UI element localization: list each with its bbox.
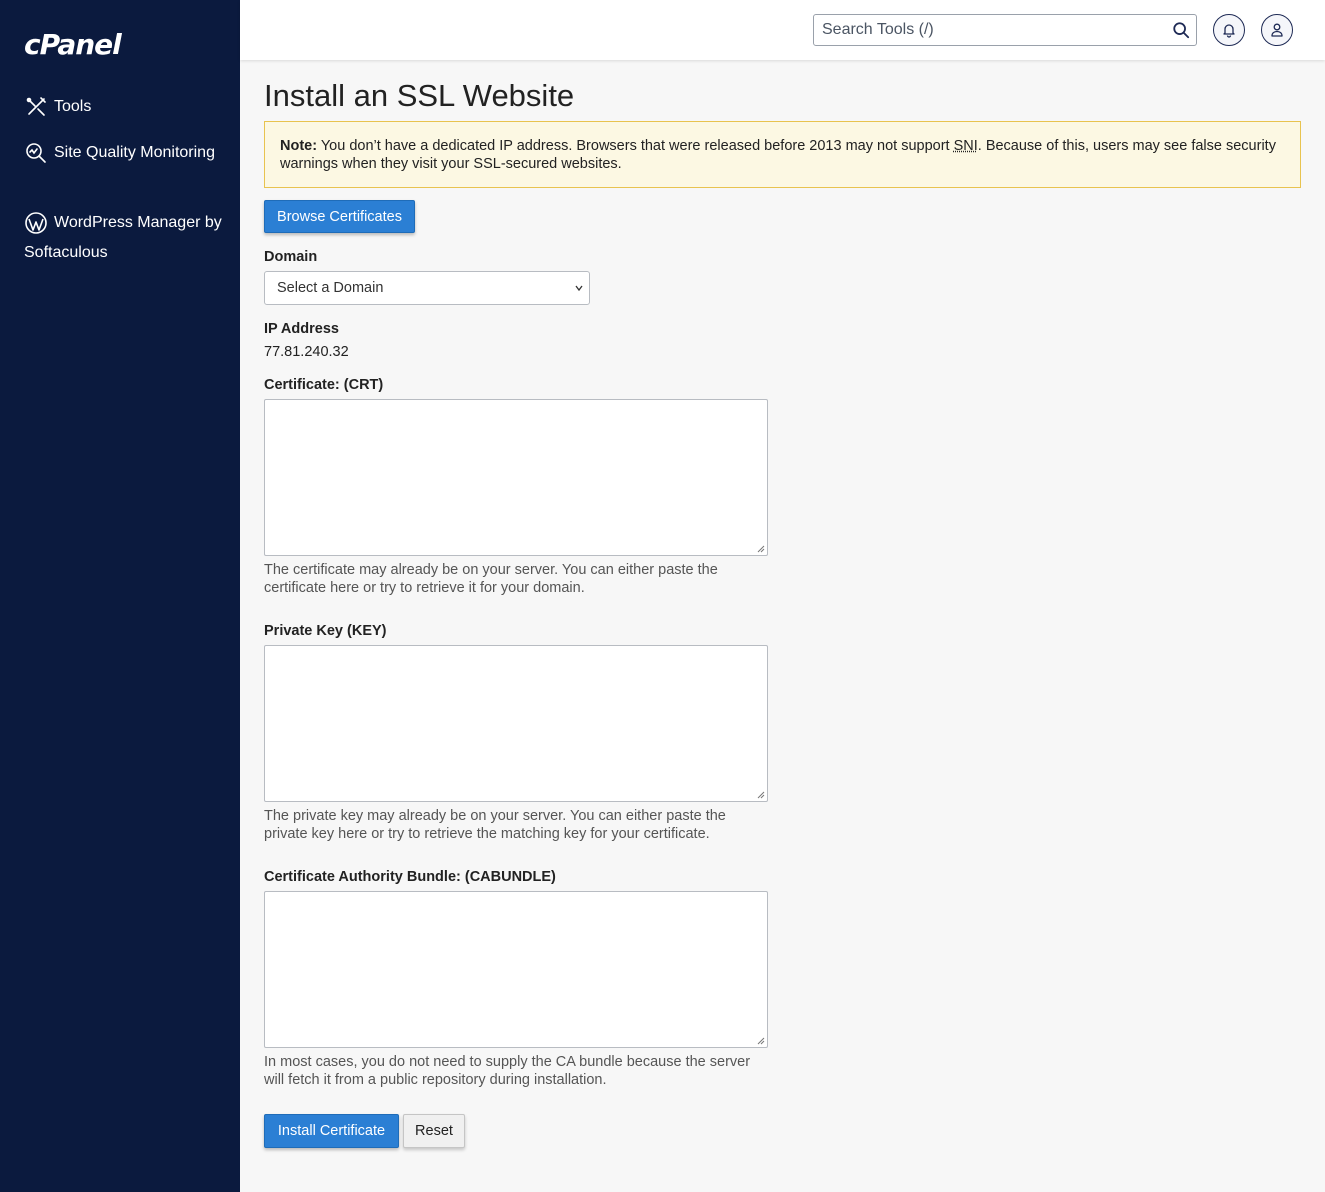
sidebar-item-label: Tools [54, 98, 92, 115]
cpanel-logo[interactable]: cPanel [24, 28, 122, 61]
site-quality-icon [24, 141, 48, 165]
browse-certificates-button[interactable]: Browse Certificates [264, 200, 415, 233]
search-input[interactable] [814, 15, 1154, 45]
resize-grip-icon[interactable] [755, 543, 765, 553]
certificate-textarea[interactable] [264, 399, 768, 556]
private-key-label: Private Key (KEY) [264, 623, 387, 639]
user-menu-button[interactable] [1261, 14, 1293, 46]
sidebar-item-tools[interactable]: Tools [24, 92, 224, 122]
reset-button[interactable]: Reset [403, 1114, 465, 1148]
chevron-down-icon [575, 285, 583, 292]
ca-bundle-label: Certificate Authority Bundle: (CABUNDLE) [264, 869, 556, 885]
install-certificate-button[interactable]: Install Certificate [264, 1114, 399, 1148]
note-label: Note: [280, 138, 318, 154]
ca-bundle-textarea[interactable] [264, 891, 768, 1048]
sidebar-item-wordpress-manager[interactable]: WordPress Manager by Softaculous [24, 208, 224, 268]
sni-warning-note: Note: You don’t have a dedicated IP addr… [264, 121, 1301, 188]
search-icon[interactable] [1172, 21, 1190, 39]
sidebar: cPanel Tools Site Quality Monitoring Wor… [0, 0, 240, 1192]
private-key-help-text: The private key may already be on your s… [264, 808, 726, 842]
sidebar-item-label: Site Quality Monitoring [54, 144, 215, 161]
bell-icon [1223, 24, 1235, 38]
page-title: Install an SSL Website [264, 78, 575, 113]
ip-address-value: 77.81.240.32 [264, 344, 349, 360]
domain-label: Domain [264, 249, 318, 265]
search-box[interactable] [813, 14, 1197, 46]
sni-abbr: SNI [953, 138, 978, 154]
sidebar-item-label: WordPress Manager by Softaculous [24, 214, 222, 261]
resize-grip-icon[interactable] [755, 789, 765, 799]
domain-select-value: Select a Domain [277, 280, 384, 296]
ip-address-label: IP Address [264, 321, 339, 337]
certificate-help-text: The certificate may already be on your s… [264, 562, 718, 596]
wordpress-icon [24, 211, 48, 235]
tools-icon [24, 95, 48, 119]
ca-bundle-help-text: In most cases, you do not need to supply… [264, 1054, 751, 1088]
note-text: You don’t have a dedicated IP address. B… [317, 138, 954, 154]
notifications-button[interactable] [1213, 14, 1245, 46]
resize-grip-icon[interactable] [755, 1035, 765, 1045]
sidebar-item-site-quality-monitoring[interactable]: Site Quality Monitoring [24, 138, 224, 168]
domain-select[interactable]: Select a Domain [264, 271, 590, 305]
private-key-textarea[interactable] [264, 645, 768, 802]
user-icon [1271, 23, 1283, 37]
certificate-label: Certificate: (CRT) [264, 377, 384, 393]
top-header [240, 0, 1325, 60]
